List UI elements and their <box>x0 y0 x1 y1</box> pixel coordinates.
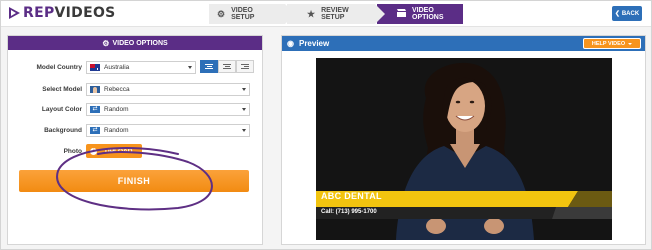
caret-down-icon <box>242 107 246 111</box>
phone-text: Call: (713) 995-1700 <box>321 209 377 215</box>
step-label: VIDEO OPTIONS <box>412 7 444 21</box>
lower-third-banner: ABC DENTAL Call: (713) 995-1700 <box>316 191 612 219</box>
caret-down-icon <box>242 87 246 91</box>
layout-color-select[interactable]: ⇄ Random <box>86 102 250 116</box>
model-country-label: Model Country <box>36 63 83 71</box>
model-country-value: Australia <box>104 63 130 71</box>
select-model-label: Select Model <box>42 85 82 93</box>
back-button[interactable]: ❮ BACK <box>612 6 642 21</box>
clapperboard-icon <box>397 9 406 19</box>
step-video-options[interactable]: VIDEO OPTIONS <box>377 4 463 24</box>
star-icon: ★ <box>307 8 316 19</box>
upload-label: UPLOAD <box>105 147 133 155</box>
video-options-panel: ⚙ VIDEO OPTIONS Model Country Australia … <box>7 35 263 245</box>
select-model-value: Rebecca <box>104 85 130 93</box>
caret-down-icon <box>242 128 246 132</box>
layout-color-value: Random <box>104 105 129 113</box>
caret-down-icon <box>628 42 633 45</box>
background-select[interactable]: ⇄ Random <box>86 123 250 137</box>
background-value: Random <box>104 126 129 134</box>
step-video-setup[interactable]: ⚙ VIDEO SETUP <box>209 4 295 24</box>
wizard-steps: ⚙ VIDEO SETUP ★ REVIEW SETUP VIDEO OPTIO… <box>209 4 465 24</box>
shuffle-icon: ⇄ <box>90 105 100 113</box>
step-label: REVIEW SETUP <box>321 7 349 21</box>
preview-title-bar: ◉ Preview HELP VIDEO <box>282 36 645 51</box>
shuffle-icon: ⇄ <box>90 126 100 134</box>
align-left-button[interactable] <box>200 60 218 73</box>
logo: REPVIDEOS <box>7 5 116 21</box>
alignment-toggle-group <box>200 60 254 73</box>
photo-label: Photo <box>63 147 82 155</box>
select-model-select[interactable]: Rebecca <box>86 82 250 96</box>
row-select-model: Select Model Rebecca <box>8 82 264 96</box>
preview-panel: ◉ Preview HELP VIDEO ABC DENTAL Call: (7… <box>281 35 646 245</box>
background-label: Background <box>44 126 82 134</box>
align-right-button[interactable] <box>236 60 254 73</box>
row-photo: Photo ↑ UPLOAD <box>8 144 264 158</box>
eye-icon: ◉ <box>287 39 294 48</box>
finish-label: FINISH <box>117 176 151 186</box>
step-arrow <box>375 4 385 24</box>
play-logo-icon <box>9 7 20 19</box>
align-center-button[interactable] <box>218 60 236 73</box>
preview-title: Preview <box>298 39 330 48</box>
step-arrow <box>285 4 295 24</box>
row-background: Background ⇄ Random <box>8 123 264 137</box>
row-layout-color: Layout Color ⇄ Random <box>8 102 264 116</box>
caret-down-icon <box>188 65 192 69</box>
panel-title-bar: ⚙ VIDEO OPTIONS <box>8 36 262 50</box>
help-video-label: HELP VIDEO <box>591 40 626 47</box>
business-name-text: ABC DENTAL <box>321 191 382 201</box>
back-label: BACK <box>621 10 640 17</box>
panel-title: VIDEO OPTIONS <box>112 39 168 47</box>
step-review-setup[interactable]: ★ REVIEW SETUP <box>287 4 385 24</box>
model-country-select[interactable]: Australia <box>86 60 196 74</box>
gears-icon: ⚙ <box>217 8 226 19</box>
chevron-left-icon: ❮ <box>614 11 620 17</box>
upload-icon: ↑ <box>90 147 97 155</box>
logo-text-rep: REP <box>23 5 55 21</box>
gears-icon: ⚙ <box>102 38 110 48</box>
logo-text-videos: VIDEOS <box>54 5 116 21</box>
model-thumbnail-icon <box>90 85 100 93</box>
video-preview[interactable]: ABC DENTAL Call: (713) 995-1700 <box>316 58 612 240</box>
upload-button[interactable]: ↑ UPLOAD <box>86 144 142 158</box>
finish-button[interactable]: FINISH <box>19 170 249 192</box>
step-label: VIDEO SETUP <box>231 7 255 21</box>
layout-color-label: Layout Color <box>41 105 82 113</box>
top-header: REPVIDEOS ⚙ VIDEO SETUP ★ REVIEW SETUP V… <box>1 1 651 27</box>
help-video-button[interactable]: HELP VIDEO <box>583 38 641 49</box>
australia-flag-icon <box>90 63 100 71</box>
